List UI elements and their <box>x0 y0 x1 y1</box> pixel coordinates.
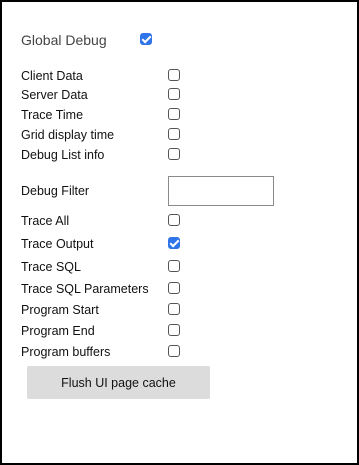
trace-output-label: Trace Output <box>21 237 94 251</box>
trace-sql-parameters-label: Trace SQL Parameters <box>21 282 149 296</box>
trace-output-checkbox[interactable] <box>168 237 180 249</box>
flush-ui-page-cache-button[interactable]: Flush UI page cache <box>27 366 210 399</box>
program-buffers-checkbox[interactable] <box>168 345 180 357</box>
debug-filter-input[interactable] <box>168 176 274 206</box>
trace-sql-parameters-checkbox[interactable] <box>168 282 180 294</box>
global-debug-label: Global Debug <box>21 32 107 48</box>
server-data-checkbox[interactable] <box>168 88 180 100</box>
grid-display-time-checkbox[interactable] <box>168 128 180 140</box>
trace-sql-label: Trace SQL <box>21 260 81 274</box>
program-end-label: Program End <box>21 324 95 338</box>
client-data-checkbox[interactable] <box>168 69 180 81</box>
debug-settings-panel: Global Debug Client Data Server Data Tra… <box>0 0 359 465</box>
debug-list-info-checkbox[interactable] <box>168 148 180 160</box>
client-data-label: Client Data <box>21 69 83 83</box>
trace-all-label: Trace All <box>21 214 70 228</box>
trace-time-label: Trace Time <box>21 108 84 122</box>
program-buffers-label: Program buffers <box>21 345 111 359</box>
program-end-checkbox[interactable] <box>168 324 180 336</box>
debug-list-info-label: Debug List info <box>21 148 105 162</box>
global-debug-checkbox[interactable] <box>140 33 152 45</box>
trace-time-checkbox[interactable] <box>168 108 180 120</box>
server-data-label: Server Data <box>21 88 88 102</box>
debug-filter-label: Debug Filter <box>21 184 90 198</box>
global-debug-row: Global Debug <box>21 30 107 50</box>
program-start-checkbox[interactable] <box>168 303 180 315</box>
trace-sql-checkbox[interactable] <box>168 260 180 272</box>
trace-all-checkbox[interactable] <box>168 214 180 226</box>
program-start-label: Program Start <box>21 303 99 317</box>
grid-display-time-label: Grid display time <box>21 128 115 142</box>
